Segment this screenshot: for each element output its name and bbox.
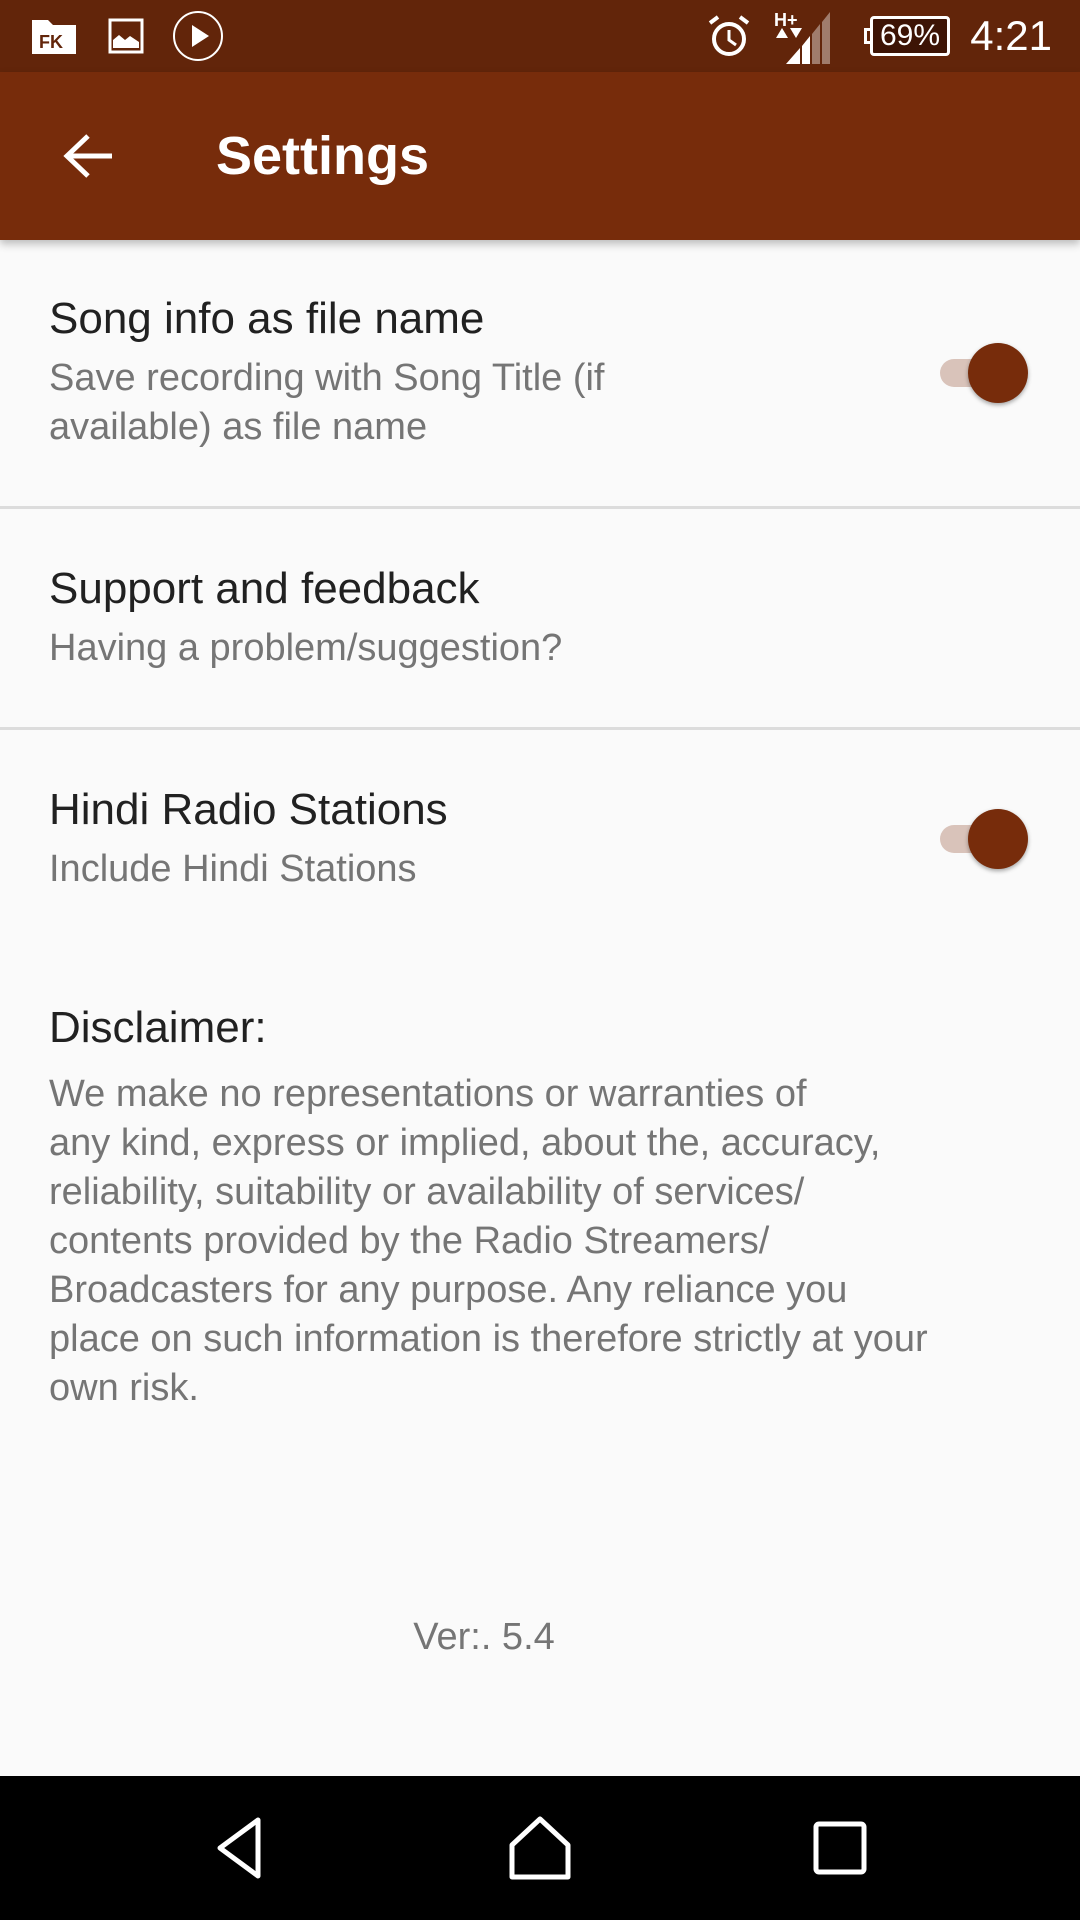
song-info-switch[interactable]	[924, 341, 1028, 405]
hindi-stations-switch[interactable]	[924, 807, 1028, 871]
disclaimer-line: any kind, express or implied, about the,…	[49, 1122, 881, 1164]
setting-title: Hindi Radio Stations	[49, 785, 448, 834]
image-icon	[108, 0, 144, 72]
status-bar: FK H+ 69% 4:21	[0, 0, 1080, 72]
back-button[interactable]	[52, 120, 124, 192]
play-circle-icon	[172, 0, 224, 72]
alarm-icon	[706, 0, 752, 72]
disclaimer-line: own risk.	[49, 1367, 199, 1409]
page-title: Settings	[216, 126, 430, 186]
nav-back-button[interactable]	[190, 1798, 290, 1898]
setting-title: Song info as file name	[49, 294, 485, 343]
disclaimer-title: Disclaimer:	[49, 1003, 267, 1052]
disclaimer-line: place on such information is therefore s…	[49, 1318, 928, 1360]
setting-title: Support and feedback	[49, 564, 480, 613]
navigation-bar	[0, 1776, 1080, 1920]
subtitle-line: available) as file name	[49, 406, 428, 448]
disclaimer-line: reliability, suitability or availability…	[49, 1171, 805, 1213]
clock: 4:21	[970, 12, 1052, 59]
switch-thumb	[968, 809, 1028, 869]
battery-icon: 69%	[864, 16, 950, 56]
svg-text:H+: H+	[774, 10, 798, 30]
disclaimer-line: contents provided by the Radio Streamers…	[49, 1220, 770, 1262]
nav-recents-button[interactable]	[790, 1798, 890, 1898]
file-manager-fk-icon: FK	[30, 0, 78, 72]
version-label: Ver:. 5.4	[413, 1616, 555, 1658]
arrow-back-icon	[63, 134, 112, 178]
nav-recents-icon	[813, 1821, 867, 1875]
nav-back-icon	[217, 1817, 261, 1879]
app-bar: Settings	[0, 72, 1080, 240]
network-hplus-icon: H+	[772, 0, 832, 72]
nav-home-icon	[509, 1816, 571, 1880]
nav-home-button[interactable]	[490, 1798, 590, 1898]
setting-subtitle: Save recording with Song Title (if avail…	[49, 354, 605, 452]
disclaimer-line: We make no representations or warranties…	[49, 1073, 807, 1115]
battery-percent: 69%	[879, 19, 941, 52]
setting-hindi-radio-stations[interactable]: Hindi Radio Stations Include Hindi Stati…	[0, 730, 1080, 950]
disclaimer-body: We make no representations or warranties…	[49, 1070, 1049, 1413]
switch-thumb	[968, 343, 1028, 403]
disclaimer-line: Broadcasters for any purpose. Any relian…	[49, 1269, 848, 1311]
svg-text:FK: FK	[39, 32, 63, 52]
setting-subtitle: Having a problem/suggestion?	[49, 627, 563, 669]
setting-song-info-filename[interactable]: Song info as file name Save recording wi…	[0, 240, 1080, 507]
subtitle-line: Save recording with Song Title (if	[49, 357, 605, 399]
setting-subtitle: Include Hindi Stations	[49, 848, 417, 890]
setting-support-feedback[interactable]: Support and feedback Having a problem/su…	[0, 509, 1080, 729]
